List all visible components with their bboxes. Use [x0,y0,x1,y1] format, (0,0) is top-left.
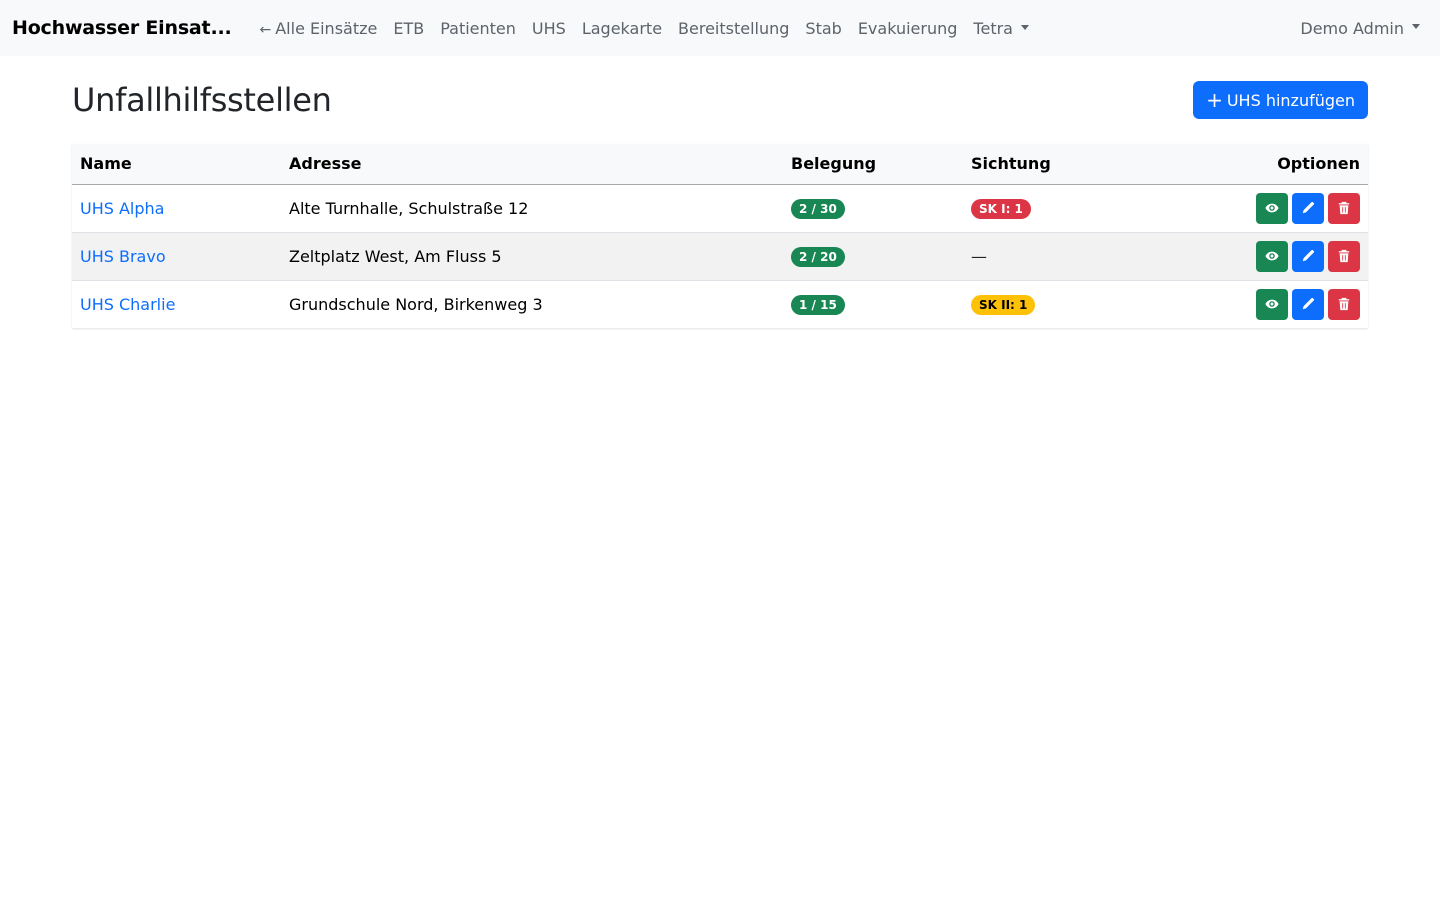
nav-dropdown-tetra[interactable]: Tetra [965,19,1037,38]
cell-name: UHS Charlie [72,280,281,328]
nav-link-stab[interactable]: Stab [797,19,849,38]
cell-name: UHS Alpha [72,184,281,232]
edit-button[interactable] [1292,288,1324,320]
nav-link-patienten[interactable]: Patienten [432,19,524,38]
uhs-name-link[interactable]: UHS Charlie [80,295,175,314]
occupancy-badge: 2 / 30 [791,198,845,219]
cell-address: Grundschule Nord, Birkenweg 3 [289,294,543,314]
delete-button[interactable] [1328,240,1360,272]
nav-dropdown-label: Tetra [973,18,1013,38]
cell-occupancy: 2 / 20 [783,232,963,280]
nav-link-label: Alle Einsätze [275,18,378,38]
trash-icon [1338,298,1350,311]
edit-button[interactable] [1292,240,1324,272]
delete-button[interactable] [1328,288,1360,320]
header-occupancy: Belegung [791,154,877,174]
pencil-icon [1302,201,1315,214]
caret-down-icon [1412,23,1420,29]
pencil-icon [1302,298,1315,310]
view-button[interactable] [1256,240,1288,272]
pencil-icon [1302,249,1315,262]
user-menu-dropdown[interactable]: Demo Admin [1300,0,1420,56]
edit-button[interactable] [1292,192,1324,224]
eye-icon [1265,299,1279,309]
cell-name: UHS Bravo [72,232,281,280]
page-header: Unfallhilfsstellen + UHS hinzufügen [72,56,1368,142]
row-actions [1256,240,1360,272]
nav-link-bereitstellung[interactable]: Bereitstellung [670,19,797,38]
view-button[interactable] [1256,288,1288,320]
cell-occupancy: 1 / 15 [783,280,963,328]
add-uhs-button-label: UHS hinzufügen [1226,90,1355,110]
main-content: Unfallhilfsstellen + UHS hinzufügen Name… [0,56,1440,328]
nav-link-etb[interactable]: ETB [385,19,432,38]
cell-options [1163,280,1368,328]
delete-button[interactable] [1328,192,1360,224]
cell-address: Alte Turnhalle, Schulstraße 12 [289,198,529,218]
nav-links: ← Alle Einsätze ETB Patienten UHS Lagekar… [252,19,1037,38]
back-arrow-icon: ← [259,21,272,38]
eye-icon [1265,203,1279,213]
header-options: Optionen [1277,154,1360,174]
occupancy-badge: 1 / 15 [791,294,845,315]
header-name: Name [80,154,132,174]
page-title: Unfallhilfsstellen [72,81,332,119]
cell-options [1163,184,1368,232]
cell-triage: — [963,232,1163,280]
view-button[interactable] [1256,192,1288,224]
row-actions [1256,288,1360,320]
cell-occupancy: 2 / 30 [783,184,963,232]
brand-title[interactable]: Hochwasser Einsat... [12,17,232,39]
triage-badge: SK I: 1 [971,198,1031,219]
table-row: UHS Alpha Alte Turnhalle, Schulstraße 12… [72,184,1368,232]
table-row: UHS Bravo Zeltplatz West, Am Fluss 5 2 /… [72,232,1368,280]
user-name: Demo Admin [1300,18,1404,38]
add-uhs-button[interactable]: + UHS hinzufügen [1193,81,1368,119]
plus-icon: + [1206,88,1223,112]
nav-link-evakuierung[interactable]: Evakuierung [850,19,966,38]
nav-link-uhs[interactable]: UHS [524,19,574,38]
header-address: Adresse [289,154,362,174]
table-header-row: Name Adresse Belegung Sichtung Optionen [72,144,1368,184]
table-row: UHS Charlie Grundschule Nord, Birkenweg … [72,280,1368,328]
header-triage: Sichtung [971,154,1051,174]
uhs-name-link[interactable]: UHS Alpha [80,199,164,218]
cell-triage: SK I: 1 [963,184,1163,232]
uhs-name-link[interactable]: UHS Bravo [80,247,166,266]
caret-down-icon [1020,24,1029,30]
table-body: UHS Alpha Alte Turnhalle, Schulstraße 12… [72,184,1368,328]
eye-icon [1265,251,1279,261]
triage-empty: — [971,246,987,266]
trash-icon [1338,201,1350,215]
cell-options [1163,232,1368,280]
uhs-table: Name Adresse Belegung Sichtung Optionen … [72,144,1368,328]
trash-icon [1338,249,1350,263]
cell-address: Zeltplatz West, Am Fluss 5 [289,246,502,266]
nav-link-alle-einsaetze[interactable]: ← Alle Einsätze [252,19,386,38]
top-navbar: Hochwasser Einsat... ← Alle Einsätze ETB … [0,0,1440,56]
cell-triage: SK II: 1 [963,280,1163,328]
triage-badge: SK II: 1 [971,294,1036,315]
row-actions [1256,192,1360,224]
occupancy-badge: 2 / 20 [791,246,845,267]
nav-link-lagekarte[interactable]: Lagekarte [574,19,670,38]
table-header: Name Adresse Belegung Sichtung Optionen [72,144,1368,184]
